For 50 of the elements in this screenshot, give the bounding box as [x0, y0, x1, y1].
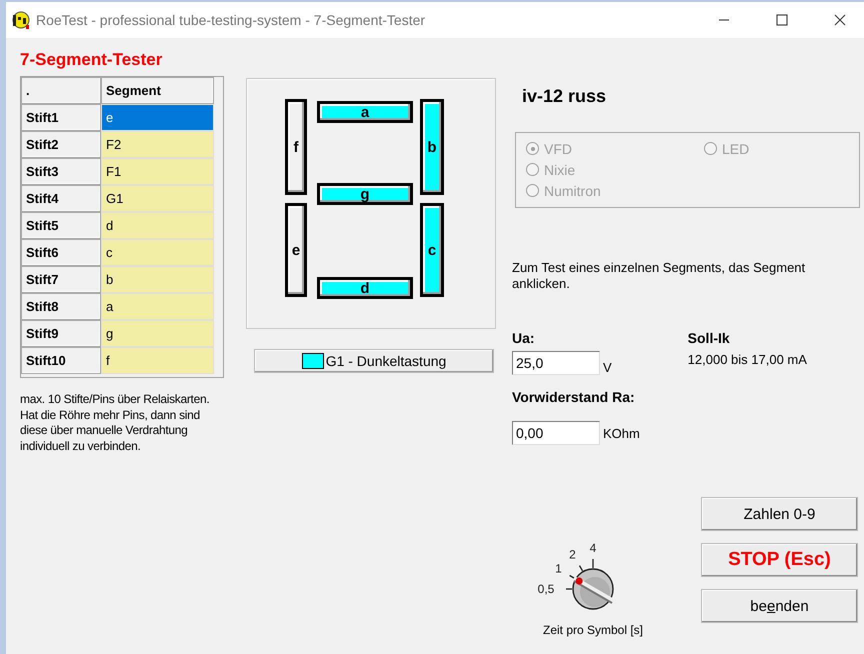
tube-name: iv-12 russ — [522, 86, 608, 107]
segment-button[interactable]: d — [317, 277, 413, 299]
table-cell[interactable]: F1 — [101, 158, 214, 185]
segment-button[interactable]: g — [317, 183, 413, 205]
table-cell[interactable]: e — [101, 104, 214, 131]
row-header: Stift9 — [21, 320, 101, 347]
time-knob[interactable]: 0,5 1 2 4 — [533, 533, 653, 619]
segment-button[interactable]: a — [317, 101, 413, 123]
table-cell[interactable]: a — [101, 293, 214, 320]
table-cell[interactable]: b — [101, 266, 214, 293]
table-cell[interactable]: F2 — [101, 131, 214, 158]
window-title: RoeTest - professional tube-testing-system - 7-Segment-Tester — [36, 12, 426, 28]
row-header: Stift1 — [21, 104, 101, 131]
note-text: max. 10 Stifte/Pins über Relaiskarten. Hat die Röhre mehr Pins, dann sind diese über manuelle Verdrahtung individuell zu verbinden. — [20, 392, 210, 454]
ra-label: Vorwiderstand Ra: — [512, 389, 636, 405]
table-cell[interactable]: G1 — [101, 185, 214, 212]
page-heading: 7-Segment-Tester — [20, 50, 164, 71]
row-header: Stift2 — [21, 131, 101, 158]
segment-button[interactable]: e — [285, 203, 307, 297]
maximize-icon[interactable] — [776, 14, 788, 26]
segment-button[interactable]: c — [420, 203, 444, 297]
table-cell[interactable]: d — [101, 212, 214, 239]
row-header: Stift3 — [21, 158, 101, 185]
row-header: Stift8 — [21, 293, 101, 320]
row-header: Stift7 — [21, 266, 101, 293]
soll-ik-label: Soll-Ik — [688, 330, 731, 346]
app-icon — [10, 10, 30, 30]
soll-ik-value: 12,000 bis 17,00 mA — [688, 352, 807, 367]
row-header: Stift6 — [21, 239, 101, 266]
unit-label: V — [603, 360, 612, 375]
action-button[interactable]: Zahlen 0-9 — [701, 497, 858, 531]
knob-label: Zeit pro Symbol [s] — [542, 623, 644, 637]
action-button[interactable]: beenden — [701, 589, 858, 623]
row-header: Stift4 — [21, 185, 101, 212]
column-header: . — [21, 77, 101, 104]
table-cell[interactable]: g — [101, 320, 214, 347]
ua-label: Ua: — [512, 330, 536, 346]
column-header: Segment — [101, 77, 214, 104]
unit-label: KOhm — [603, 426, 640, 440]
ra-field[interactable]: 0,00 — [512, 421, 600, 445]
row-header: Stift10 — [21, 347, 101, 374]
table-cell[interactable]: c — [101, 239, 214, 266]
segment-button[interactable]: f — [285, 99, 307, 195]
segment-button[interactable]: b — [420, 99, 444, 195]
row-header: Stift5 — [21, 212, 101, 239]
close-icon[interactable] — [834, 14, 846, 26]
hint-text: Zum Test eines einzelnen Segments, das Segment anklicken. — [512, 260, 806, 292]
grid-button[interactable]: G1 - Dunkeltastung — [254, 349, 494, 373]
ua-field[interactable]: 25,0 — [512, 351, 600, 375]
table-cell[interactable]: f — [101, 347, 214, 374]
